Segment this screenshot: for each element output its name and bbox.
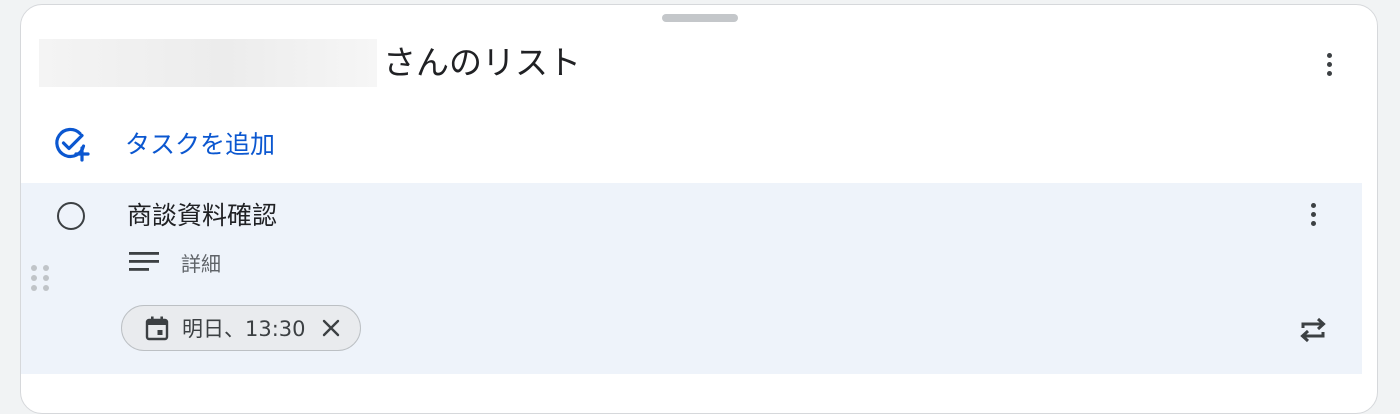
task-list-panel: さんのリスト タスクを追加 商談資料確認 詳細 明日、13:30 [20,4,1378,414]
due-date-chip[interactable]: 明日、13:30 [121,305,361,351]
drag-indicator-icon[interactable] [31,265,51,295]
list-menu-button[interactable] [1317,47,1341,81]
calendar-icon [145,316,169,341]
repeat-icon[interactable] [1296,313,1330,347]
add-task-label: タスクを追加 [125,130,276,159]
notes-icon [129,252,159,271]
list-header: さんのリスト [21,35,1377,95]
task-complete-checkbox[interactable] [57,202,85,230]
task-menu-button[interactable] [1301,197,1325,231]
close-icon[interactable] [320,317,342,339]
add-task-icon [55,127,90,162]
task-item[interactable]: 商談資料確認 詳細 明日、13:30 [21,183,1362,374]
add-task-button[interactable]: タスクを追加 [51,123,275,163]
redacted-user-name [39,39,377,87]
due-date-label: 明日、13:30 [182,317,306,341]
more-vert-icon [1326,52,1332,58]
panel-resize-handle[interactable] [662,14,738,22]
details-label: 詳細 [181,251,221,276]
task-title[interactable]: 商談資料確認 [127,199,277,233]
task-details-field[interactable]: 詳細 [129,247,221,277]
more-vert-icon [1310,202,1316,208]
list-title: さんのリスト [383,43,581,82]
